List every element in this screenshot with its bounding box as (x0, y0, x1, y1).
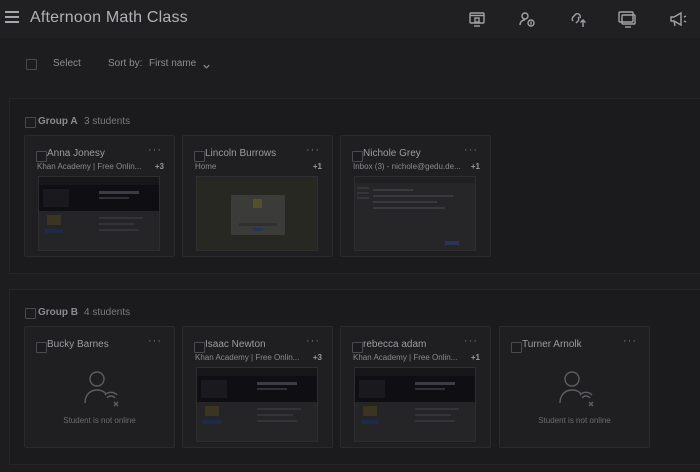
page-title: Afternoon Math Class (30, 9, 188, 26)
group-name: Group B (38, 307, 78, 318)
screen-thumbnail[interactable] (196, 176, 318, 251)
student-checkbox[interactable] (511, 342, 522, 353)
student-checkbox[interactable] (36, 151, 47, 162)
student-checkbox[interactable] (194, 342, 205, 353)
group-checkbox[interactable] (25, 308, 36, 319)
tab-count-badge: +1 (312, 162, 322, 171)
offline-status: Student is not online (63, 416, 136, 425)
screen-lock-icon[interactable] (467, 9, 487, 29)
share-people-icon[interactable] (517, 9, 537, 29)
more-options-icon[interactable]: ··· (464, 144, 478, 156)
sort-dropdown[interactable]: First name (149, 58, 196, 69)
chevron-down-icon[interactable] (202, 58, 211, 69)
student-name: rebecca adam (363, 339, 427, 350)
tab-count-badge: +1 (470, 162, 480, 171)
active-tab-title: Khan Academy | Free Onlin... (353, 353, 458, 362)
student-card[interactable]: Isaac Newton ··· Khan Academy | Free Onl… (182, 326, 333, 448)
group-a: Group A 3 students Anna Jonesy ··· Khan … (9, 98, 700, 274)
group-checkbox[interactable] (25, 117, 36, 128)
student-checkbox[interactable] (352, 342, 363, 353)
student-checkbox[interactable] (352, 151, 363, 162)
active-tab-title: Khan Academy | Free Onlin... (195, 353, 300, 362)
student-name: Anna Jonesy (47, 148, 105, 159)
student-name: Turner Arnolk (522, 339, 582, 350)
screen-thumbnail[interactable] (196, 367, 318, 442)
announce-icon[interactable] (668, 9, 688, 29)
student-name: Isaac Newton (205, 339, 266, 350)
student-name: Lincoln Burrows (205, 148, 277, 159)
student-checkbox[interactable] (194, 151, 205, 162)
more-options-icon[interactable]: ··· (306, 335, 320, 347)
student-offline-icon (81, 367, 121, 407)
more-options-icon[interactable]: ··· (148, 335, 162, 347)
tab-count-badge: +3 (312, 353, 322, 362)
group-count: 4 students (84, 307, 131, 318)
more-options-icon[interactable]: ··· (464, 335, 478, 347)
active-tab-title: Inbox (3) - nichole@gedu.de... (353, 162, 461, 171)
app-header: Afternoon Math Class (0, 0, 700, 38)
group-name: Group A (38, 116, 78, 127)
active-tab-title: Home (195, 162, 217, 171)
student-name: Bucky Barnes (47, 339, 109, 350)
offline-status: Student is not online (538, 416, 611, 425)
more-options-icon[interactable]: ··· (306, 144, 320, 156)
student-card[interactable]: Turner Arnolk ··· Student is not online (499, 326, 650, 448)
active-tab-title: Khan Academy | Free Onlin... (37, 162, 142, 171)
select-all-checkbox[interactable] (26, 59, 37, 70)
toolbar: Select Sort by: First name (0, 38, 700, 90)
student-card[interactable]: Lincoln Burrows ··· Home +1 (182, 135, 333, 257)
screen-thumbnail[interactable] (354, 367, 476, 442)
tab-count-badge: +3 (154, 162, 164, 171)
student-card[interactable]: Bucky Barnes ··· Student is not online (24, 326, 175, 448)
group-b: Group B 4 students Bucky Barnes ··· Stud… (9, 289, 700, 465)
screen-thumbnail[interactable] (354, 176, 476, 251)
sort-label: Sort by: (108, 58, 143, 69)
screen-thumbnail[interactable] (38, 176, 160, 251)
student-card[interactable]: rebecca adam ··· Khan Academy | Free Onl… (340, 326, 491, 448)
student-checkbox[interactable] (36, 342, 47, 353)
more-options-icon[interactable]: ··· (623, 335, 637, 347)
menu-icon[interactable] (5, 11, 19, 23)
student-offline-icon (556, 367, 596, 407)
more-options-icon[interactable]: ··· (148, 144, 162, 156)
student-card[interactable]: Anna Jonesy ··· Khan Academy | Free Onli… (24, 135, 175, 257)
student-card[interactable]: Nichole Grey ··· Inbox (3) - nichole@ged… (340, 135, 491, 257)
present-screen-icon[interactable] (617, 9, 637, 29)
tab-count-badge: +1 (470, 353, 480, 362)
select-label[interactable]: Select (53, 58, 81, 69)
open-link-icon[interactable] (568, 9, 588, 29)
group-count: 3 students (84, 116, 131, 127)
student-name: Nichole Grey (363, 148, 421, 159)
